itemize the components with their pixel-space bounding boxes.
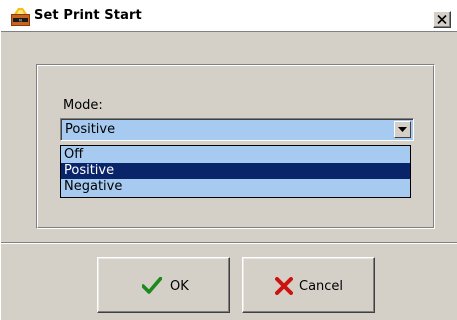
close-button[interactable] xyxy=(433,11,451,28)
cancel-button-label: Cancel xyxy=(299,279,344,294)
checkmark-icon xyxy=(141,276,163,299)
mode-combobox[interactable]: Positive xyxy=(60,118,414,141)
mode-dropdown-list: Off Positive Negative xyxy=(60,145,411,198)
ok-button[interactable]: OK xyxy=(97,257,230,313)
mode-combobox-value: Positive xyxy=(65,122,116,137)
svg-text:N: N xyxy=(19,18,22,22)
window-title: Set Print Start xyxy=(34,8,142,23)
mode-label: Mode: xyxy=(63,98,103,113)
dropdown-option-off[interactable]: Off xyxy=(61,147,410,163)
set-print-start-dialog: N Set Print Start Mode: Positive Off Pos… xyxy=(0,0,457,320)
close-icon xyxy=(437,15,447,24)
button-area-separator xyxy=(1,242,457,244)
x-mark-icon xyxy=(275,277,293,299)
app-logo-icon: N xyxy=(11,8,30,26)
title-bar[interactable]: N Set Print Start xyxy=(1,1,457,32)
mode-dropdown-button[interactable] xyxy=(394,121,411,138)
ok-button-label: OK xyxy=(170,279,189,294)
dropdown-option-negative[interactable]: Negative xyxy=(61,179,410,195)
cancel-button[interactable]: Cancel xyxy=(242,257,375,313)
dropdown-option-positive[interactable]: Positive xyxy=(61,163,410,179)
chevron-down-icon xyxy=(398,127,407,132)
